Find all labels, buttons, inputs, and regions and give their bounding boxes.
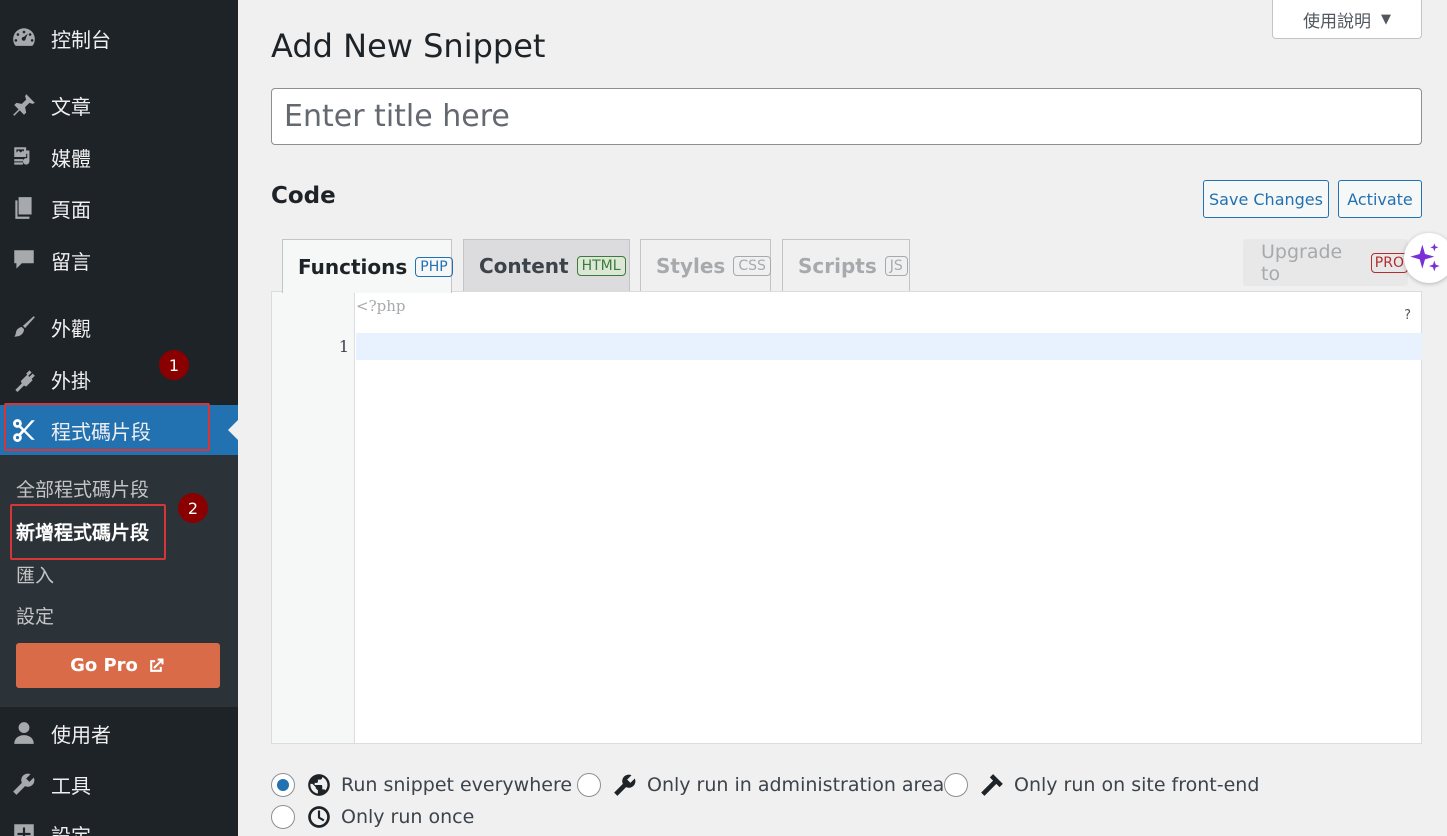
- user-icon: [10, 719, 38, 747]
- dashboard-icon: [10, 24, 38, 52]
- code-editor[interactable]: <?php ? 1: [271, 291, 1422, 744]
- submenu-settings[interactable]: 設定: [16, 602, 54, 629]
- upgrade-label: Upgrade to: [1261, 240, 1343, 285]
- radio-everywhere[interactable]: [271, 773, 295, 797]
- submenu-all-snippets[interactable]: 全部程式碼片段: [16, 475, 149, 502]
- sidebar-item-tools[interactable]: 工具: [0, 762, 238, 806]
- wrench-icon: [612, 772, 638, 798]
- scope-label: Only run on site front-end: [1014, 774, 1260, 796]
- radio-frontend[interactable]: [944, 773, 968, 797]
- pro-badge: PRO: [1370, 252, 1408, 273]
- sidebar-item-posts[interactable]: 文章: [0, 83, 238, 127]
- tab-label: Scripts: [798, 254, 877, 278]
- annotation-box-code-snippets: [4, 403, 210, 451]
- scope-label: Only run in administration area: [647, 774, 945, 796]
- annotation-badge-2: 2: [178, 493, 208, 523]
- tab-label: Styles: [656, 254, 726, 278]
- go-pro-label: Go Pro: [70, 655, 138, 676]
- sidebar-item-label: 媒體: [51, 146, 91, 171]
- wrench-icon: [10, 770, 38, 798]
- submenu-import[interactable]: 匯入: [16, 561, 54, 588]
- scope-label: Only run once: [341, 806, 475, 828]
- tab-functions[interactable]: Functions PHP: [282, 239, 453, 293]
- save-changes-button[interactable]: Save Changes: [1203, 180, 1329, 218]
- sidebar-item-label: 頁面: [51, 197, 91, 222]
- tab-tag: PHP: [415, 256, 453, 277]
- sidebar-item-label: 留言: [51, 249, 91, 274]
- comments-icon: [10, 246, 38, 274]
- sidebar-item-label: 控制台: [51, 27, 111, 52]
- pages-icon: [10, 194, 38, 222]
- scope-option-admin[interactable]: Only run in administration area: [577, 772, 944, 798]
- sidebar-item-pages[interactable]: 頁面: [0, 186, 238, 230]
- sidebar-item-label: 使用者: [51, 722, 111, 747]
- globe-icon: [306, 772, 332, 798]
- sidebar-item-appearance[interactable]: 外觀: [0, 305, 238, 349]
- tab-tag: CSS: [733, 256, 771, 276]
- scope-label: Run snippet everywhere: [341, 774, 573, 796]
- sidebar-item-label: 文章: [51, 94, 91, 119]
- caret-down-icon: ▼: [1381, 11, 1391, 27]
- editor-gutter: [272, 292, 355, 743]
- settings-icon: [10, 820, 38, 836]
- radio-once[interactable]: [271, 805, 295, 829]
- sidebar-item-label: 工具: [51, 773, 91, 798]
- sidebar-item-label: 設定: [51, 823, 91, 836]
- sidebar-item-comments[interactable]: 留言: [0, 238, 238, 282]
- scope-option-everywhere[interactable]: Run snippet everywhere: [271, 772, 572, 798]
- tab-content[interactable]: Content HTML: [463, 239, 630, 292]
- scope-option-once[interactable]: Only run once: [271, 804, 474, 830]
- annotation-box-add-new: [10, 504, 166, 560]
- help-tab-button[interactable]: 使用說明 ▼: [1272, 0, 1422, 39]
- appearance-icon: [10, 313, 38, 341]
- tab-styles[interactable]: Styles CSS: [640, 239, 771, 292]
- tab-tag: HTML: [576, 256, 626, 276]
- help-tab-label: 使用說明: [1303, 11, 1371, 32]
- ai-assistant-button[interactable]: [1404, 233, 1447, 283]
- php-open-tag: <?php: [356, 297, 406, 315]
- annotation-badge-1: 1: [159, 350, 189, 380]
- external-link-icon: [146, 656, 166, 676]
- line-number: 1: [338, 337, 349, 356]
- plugin-icon: [10, 365, 38, 393]
- active-line-highlight: [356, 333, 1422, 360]
- radio-admin[interactable]: [577, 773, 601, 797]
- activate-button[interactable]: Activate: [1338, 180, 1422, 218]
- pin-icon: [10, 91, 38, 119]
- sidebar-item-plugins[interactable]: 外掛: [0, 357, 238, 401]
- sidebar-item-dashboard[interactable]: 控制台: [0, 16, 238, 60]
- clock-icon: [306, 804, 332, 830]
- tab-tag: JS: [884, 256, 908, 276]
- page-title: Add New Snippet: [271, 27, 546, 65]
- code-heading: Code: [271, 183, 336, 209]
- sidebar-item-settings[interactable]: 設定: [0, 812, 238, 836]
- editor-help-link[interactable]: ?: [1404, 308, 1411, 323]
- snippet-title-input[interactable]: [271, 88, 1422, 145]
- hammer-icon: [979, 772, 1005, 798]
- sparkle-icon: [1409, 242, 1447, 274]
- sidebar-item-label: 外觀: [51, 316, 91, 341]
- upgrade-to-pro-button[interactable]: Upgrade to PRO: [1243, 239, 1408, 286]
- sidebar-item-media[interactable]: 媒體: [0, 135, 238, 179]
- media-icon: [10, 143, 38, 171]
- tab-label: Content: [479, 254, 569, 278]
- admin-sidebar: 控制台 文章 媒體 頁面 留言 外觀 外掛 程式碼片段 全部程式碼片段 新增程式…: [0, 0, 238, 836]
- sidebar-item-users[interactable]: 使用者: [0, 711, 238, 755]
- go-pro-button[interactable]: Go Pro: [16, 643, 220, 688]
- tab-scripts[interactable]: Scripts JS: [782, 239, 910, 292]
- tab-label: Functions: [298, 254, 408, 279]
- scope-option-frontend[interactable]: Only run on site front-end: [944, 772, 1259, 798]
- sidebar-item-label: 外掛: [51, 368, 91, 393]
